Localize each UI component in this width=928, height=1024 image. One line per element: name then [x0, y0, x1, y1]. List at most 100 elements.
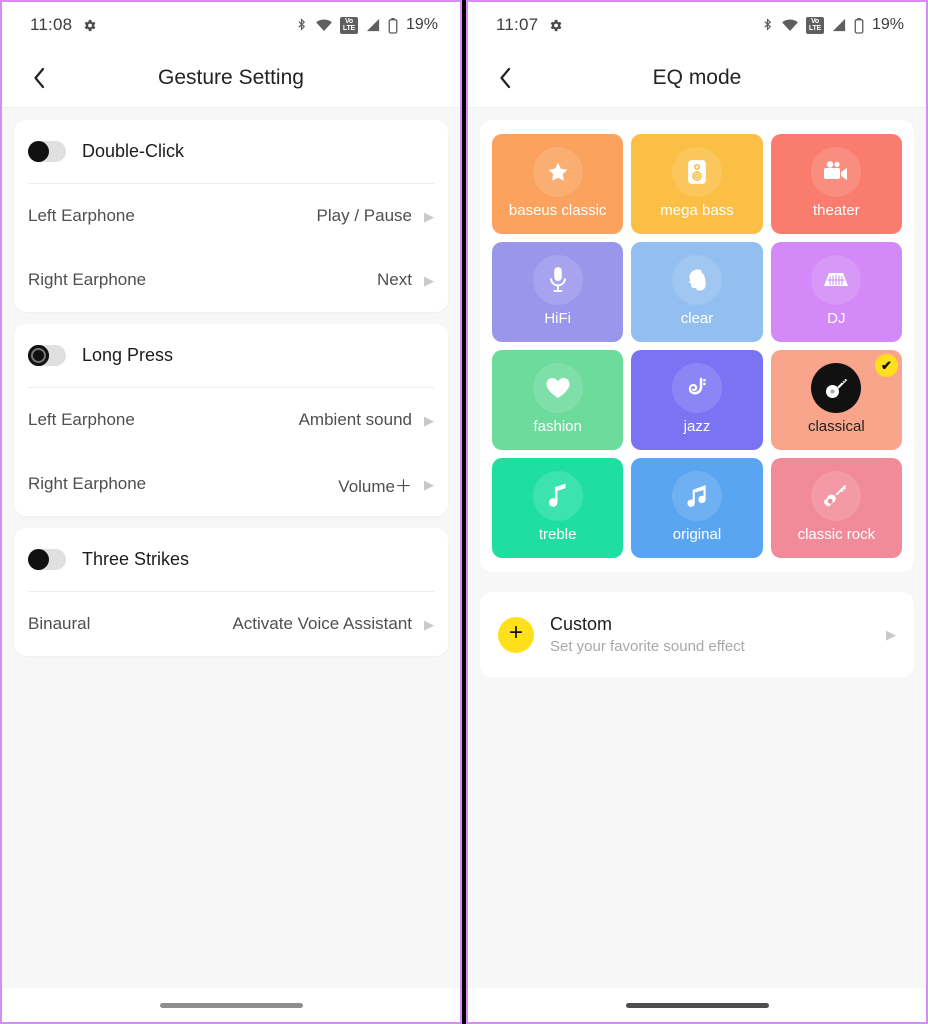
gesture-list: Double-Click Left Earphone Play / Pause …: [2, 108, 460, 988]
eq-preset-label: theater: [812, 202, 860, 219]
eq-preset-tile-baseus-classic[interactable]: baseus classic: [492, 134, 624, 234]
page-title: EQ mode: [652, 65, 742, 89]
gesture-row-right-earphone[interactable]: Right Earphone Volume＋ ▶: [28, 452, 434, 516]
eq-preset-tile-jazz[interactable]: jazz: [631, 350, 763, 450]
eq-preset-label: fashion: [533, 418, 582, 435]
row-label: Left Earphone: [28, 410, 135, 429]
eq-preset-label: classical: [807, 418, 865, 435]
gear-icon: [82, 18, 97, 33]
row-label: Right Earphone: [28, 474, 147, 493]
eq-preset-label: HiFi: [544, 310, 571, 327]
status-bar: 11:07 Vo LTE 19%: [468, 2, 926, 48]
toggle-knob: [28, 345, 49, 366]
heart-icon: [532, 363, 583, 413]
status-time: 11:07: [496, 15, 539, 34]
eq-preset-label: mega bass: [660, 202, 734, 219]
page-title: Gesture Setting: [158, 65, 304, 89]
battery-percent: 19%: [871, 16, 904, 33]
battery-icon: [388, 17, 398, 34]
eq-preset-tile-mega-bass[interactable]: mega bass: [631, 134, 763, 234]
status-bar: 11:08 Vo LTE 19%: [2, 2, 460, 48]
volte-icon: Vo LTE: [339, 16, 358, 34]
title-bar: Gesture Setting: [2, 48, 460, 108]
gesture-group-label: Three Strikes: [82, 549, 190, 569]
movie-camera-icon: [811, 147, 862, 197]
chevron-right-icon: ▶: [424, 208, 434, 224]
double-click-toggle[interactable]: [28, 141, 66, 162]
gesture-group-label: Long Press: [82, 345, 174, 365]
wifi-icon: [315, 18, 333, 32]
eq-preset-label: classic rock: [797, 526, 876, 543]
custom-subtitle: Set your favorite sound effect: [550, 638, 745, 655]
chevron-right-icon: ▶: [424, 412, 434, 428]
saxophone-icon: [671, 363, 722, 413]
eq-mode-body: baseus classic mega bass theater HiFi clear D…: [468, 108, 926, 988]
eq-preset-tile-classical[interactable]: classical ✔: [770, 350, 902, 450]
row-value: Play / Pause: [316, 206, 412, 225]
head-profile-icon: [671, 255, 722, 305]
home-indicator[interactable]: [159, 1002, 303, 1008]
chevron-right-icon: ▶: [424, 476, 434, 492]
volte-icon: Vo LTE: [805, 16, 824, 34]
eq-preset-label: DJ: [827, 310, 846, 327]
eq-preset-tile-theater[interactable]: theater: [770, 134, 902, 234]
gesture-row-left-earphone[interactable]: Left Earphone Ambient sound ▶: [28, 388, 434, 452]
navigation-bar: [468, 988, 926, 1022]
back-button[interactable]: [488, 61, 522, 95]
plus-icon: +: [498, 616, 534, 653]
eq-presets-card: baseus classic mega bass theater HiFi clear D…: [480, 120, 914, 572]
gesture-group-header: Double-Click: [28, 120, 434, 183]
eq-preset-tile-fashion[interactable]: fashion: [492, 350, 624, 450]
gesture-group-label: Double-Click: [82, 141, 185, 161]
three-strikes-toggle[interactable]: [28, 549, 66, 570]
row-label: Right Earphone: [28, 270, 147, 289]
eq-preset-tile-treble[interactable]: treble: [492, 458, 624, 558]
toggle-knob: [28, 141, 49, 162]
eq-preset-label: treble: [538, 526, 577, 543]
phone-screen-gesture-setting: 11:08 Vo LTE 19% Gesture Setting Double-…: [0, 0, 462, 1024]
gesture-group-long-press: Long Press Left Earphone Ambient sound ▶…: [14, 324, 448, 516]
eq-preset-label: clear: [680, 310, 714, 327]
row-value: Volume＋: [338, 476, 412, 496]
back-button[interactable]: [22, 61, 56, 95]
checkmark-icon: ✔: [874, 354, 898, 377]
chevron-right-icon: ▶: [424, 616, 434, 632]
gesture-group-three-strikes: Three Strikes Binaural Activate Voice As…: [14, 528, 448, 656]
status-time: 11:08: [30, 15, 73, 34]
eq-preset-tile-HiFi[interactable]: HiFi: [492, 242, 624, 342]
star-icon: [532, 147, 583, 197]
row-value: Activate Voice Assistant: [232, 614, 412, 633]
battery-icon: [854, 17, 864, 34]
eq-preset-tile-original[interactable]: original: [631, 458, 763, 558]
gesture-group-double-click: Double-Click Left Earphone Play / Pause …: [14, 120, 448, 312]
row-value: Next: [377, 270, 412, 289]
eq-preset-label: jazz: [683, 418, 711, 435]
microphone-icon: [532, 255, 583, 305]
eq-preset-label: original: [672, 526, 722, 543]
speaker-icon: [671, 147, 722, 197]
row-label: Left Earphone: [28, 206, 135, 225]
dj-mixer-icon: [811, 255, 862, 305]
title-bar: EQ mode: [468, 48, 926, 108]
banjo-icon: [811, 363, 862, 413]
toggle-knob: [28, 549, 49, 570]
row-value: Ambient sound: [298, 410, 412, 429]
custom-title: Custom: [550, 614, 613, 634]
eq-preset-tile-DJ[interactable]: DJ: [770, 242, 902, 342]
phone-screen-eq-mode: 11:07 Vo LTE 19% EQ mode baseus classic …: [466, 0, 928, 1024]
home-indicator[interactable]: [625, 1002, 769, 1008]
gesture-row-binaural[interactable]: Binaural Activate Voice Assistant ▶: [28, 592, 434, 656]
long-press-toggle[interactable]: [28, 345, 66, 366]
gesture-row-left-earphone[interactable]: Left Earphone Play / Pause ▶: [28, 184, 434, 248]
gear-icon: [548, 18, 563, 33]
gesture-row-right-earphone[interactable]: Right Earphone Next ▶: [28, 248, 434, 312]
gesture-group-header: Long Press: [28, 324, 434, 387]
battery-percent: 19%: [405, 16, 438, 33]
gesture-group-header: Three Strikes: [28, 528, 434, 591]
eq-preset-tile-clear[interactable]: clear: [631, 242, 763, 342]
custom-eq-row[interactable]: + Custom Set your favorite sound effect …: [480, 592, 914, 677]
eq-preset-grid: baseus classic mega bass theater HiFi clear D…: [492, 134, 902, 558]
guitar-icon: [811, 471, 862, 521]
eq-preset-tile-classic-rock[interactable]: classic rock: [770, 458, 902, 558]
bluetooth-icon: [295, 17, 308, 34]
